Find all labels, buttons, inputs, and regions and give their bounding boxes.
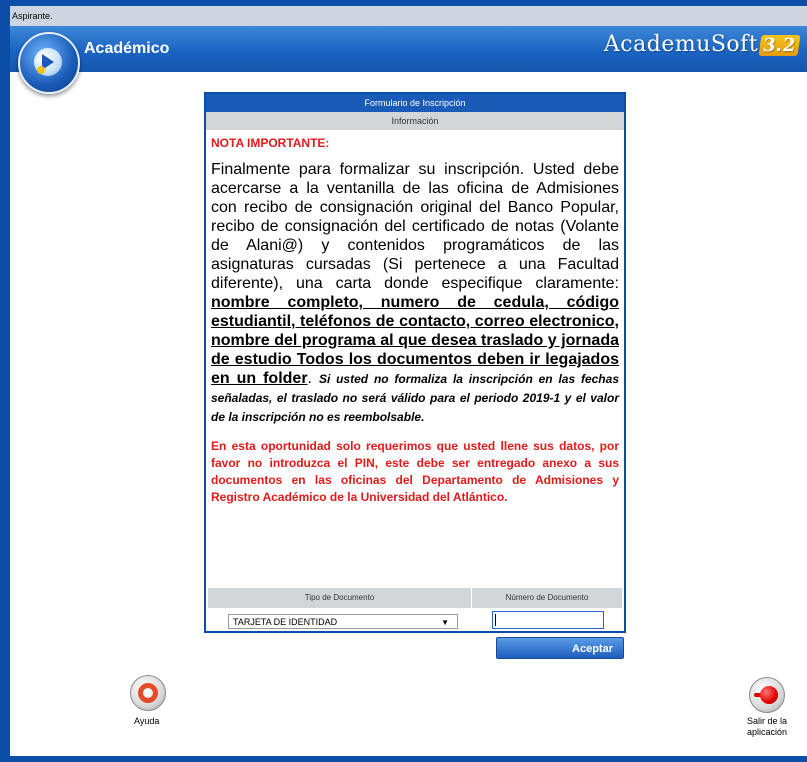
form-subtitle: Información (206, 112, 624, 130)
important-note-heading: NOTA IMPORTANTE: (211, 136, 330, 150)
doc-type-header: Tipo de Documento (208, 588, 471, 608)
document-fields-header: Tipo de Documento Número de Documento (208, 588, 622, 608)
document-type-value: TARJETA DE IDENTIDAD (233, 617, 338, 627)
window-left-border (0, 0, 10, 762)
logo-dot (37, 66, 45, 74)
academic-logo-icon (18, 32, 80, 94)
app-title: Académico (84, 40, 170, 57)
brand-name: AcademuSoft (603, 32, 759, 57)
lifebuoy-ring (138, 683, 158, 703)
instructions-paragraph: Finalmente para formalizar su inscripció… (211, 160, 619, 426)
inscription-form-panel: Formulario de Inscripción Información NO… (204, 92, 626, 633)
brand-logo: AcademuSoft 3.2 (603, 32, 801, 57)
accept-button[interactable]: Aceptar (496, 637, 624, 659)
lifebuoy-icon[interactable] (130, 675, 166, 711)
exit-icon[interactable] (749, 677, 785, 713)
document-type-select[interactable]: TARJETA DE IDENTIDAD ▼ (228, 614, 458, 629)
instructions-period: . (307, 370, 319, 387)
chevron-down-icon: ▼ (441, 618, 449, 627)
pin-red-note: En esta oportunidad solo requerimos que … (211, 439, 619, 504)
status-bar: Aspirante. (10, 6, 807, 26)
form-title: Formulario de Inscripción (206, 94, 624, 112)
doc-number-header: Número de Documento (472, 588, 622, 608)
window-bottom-border (0, 756, 807, 762)
instructions-main-text: Finalmente para formalizar su inscripció… (211, 161, 619, 292)
exit-red-button (760, 686, 778, 704)
text-cursor (495, 614, 496, 626)
help-label[interactable]: Ayuda (134, 716, 159, 726)
form-content: NOTA IMPORTANTE: Finalmente para formali… (206, 130, 624, 506)
document-number-input[interactable] (492, 611, 604, 629)
exit-label[interactable]: Salir de la aplicación (728, 716, 806, 738)
brand-version: 3.2 (758, 35, 801, 56)
